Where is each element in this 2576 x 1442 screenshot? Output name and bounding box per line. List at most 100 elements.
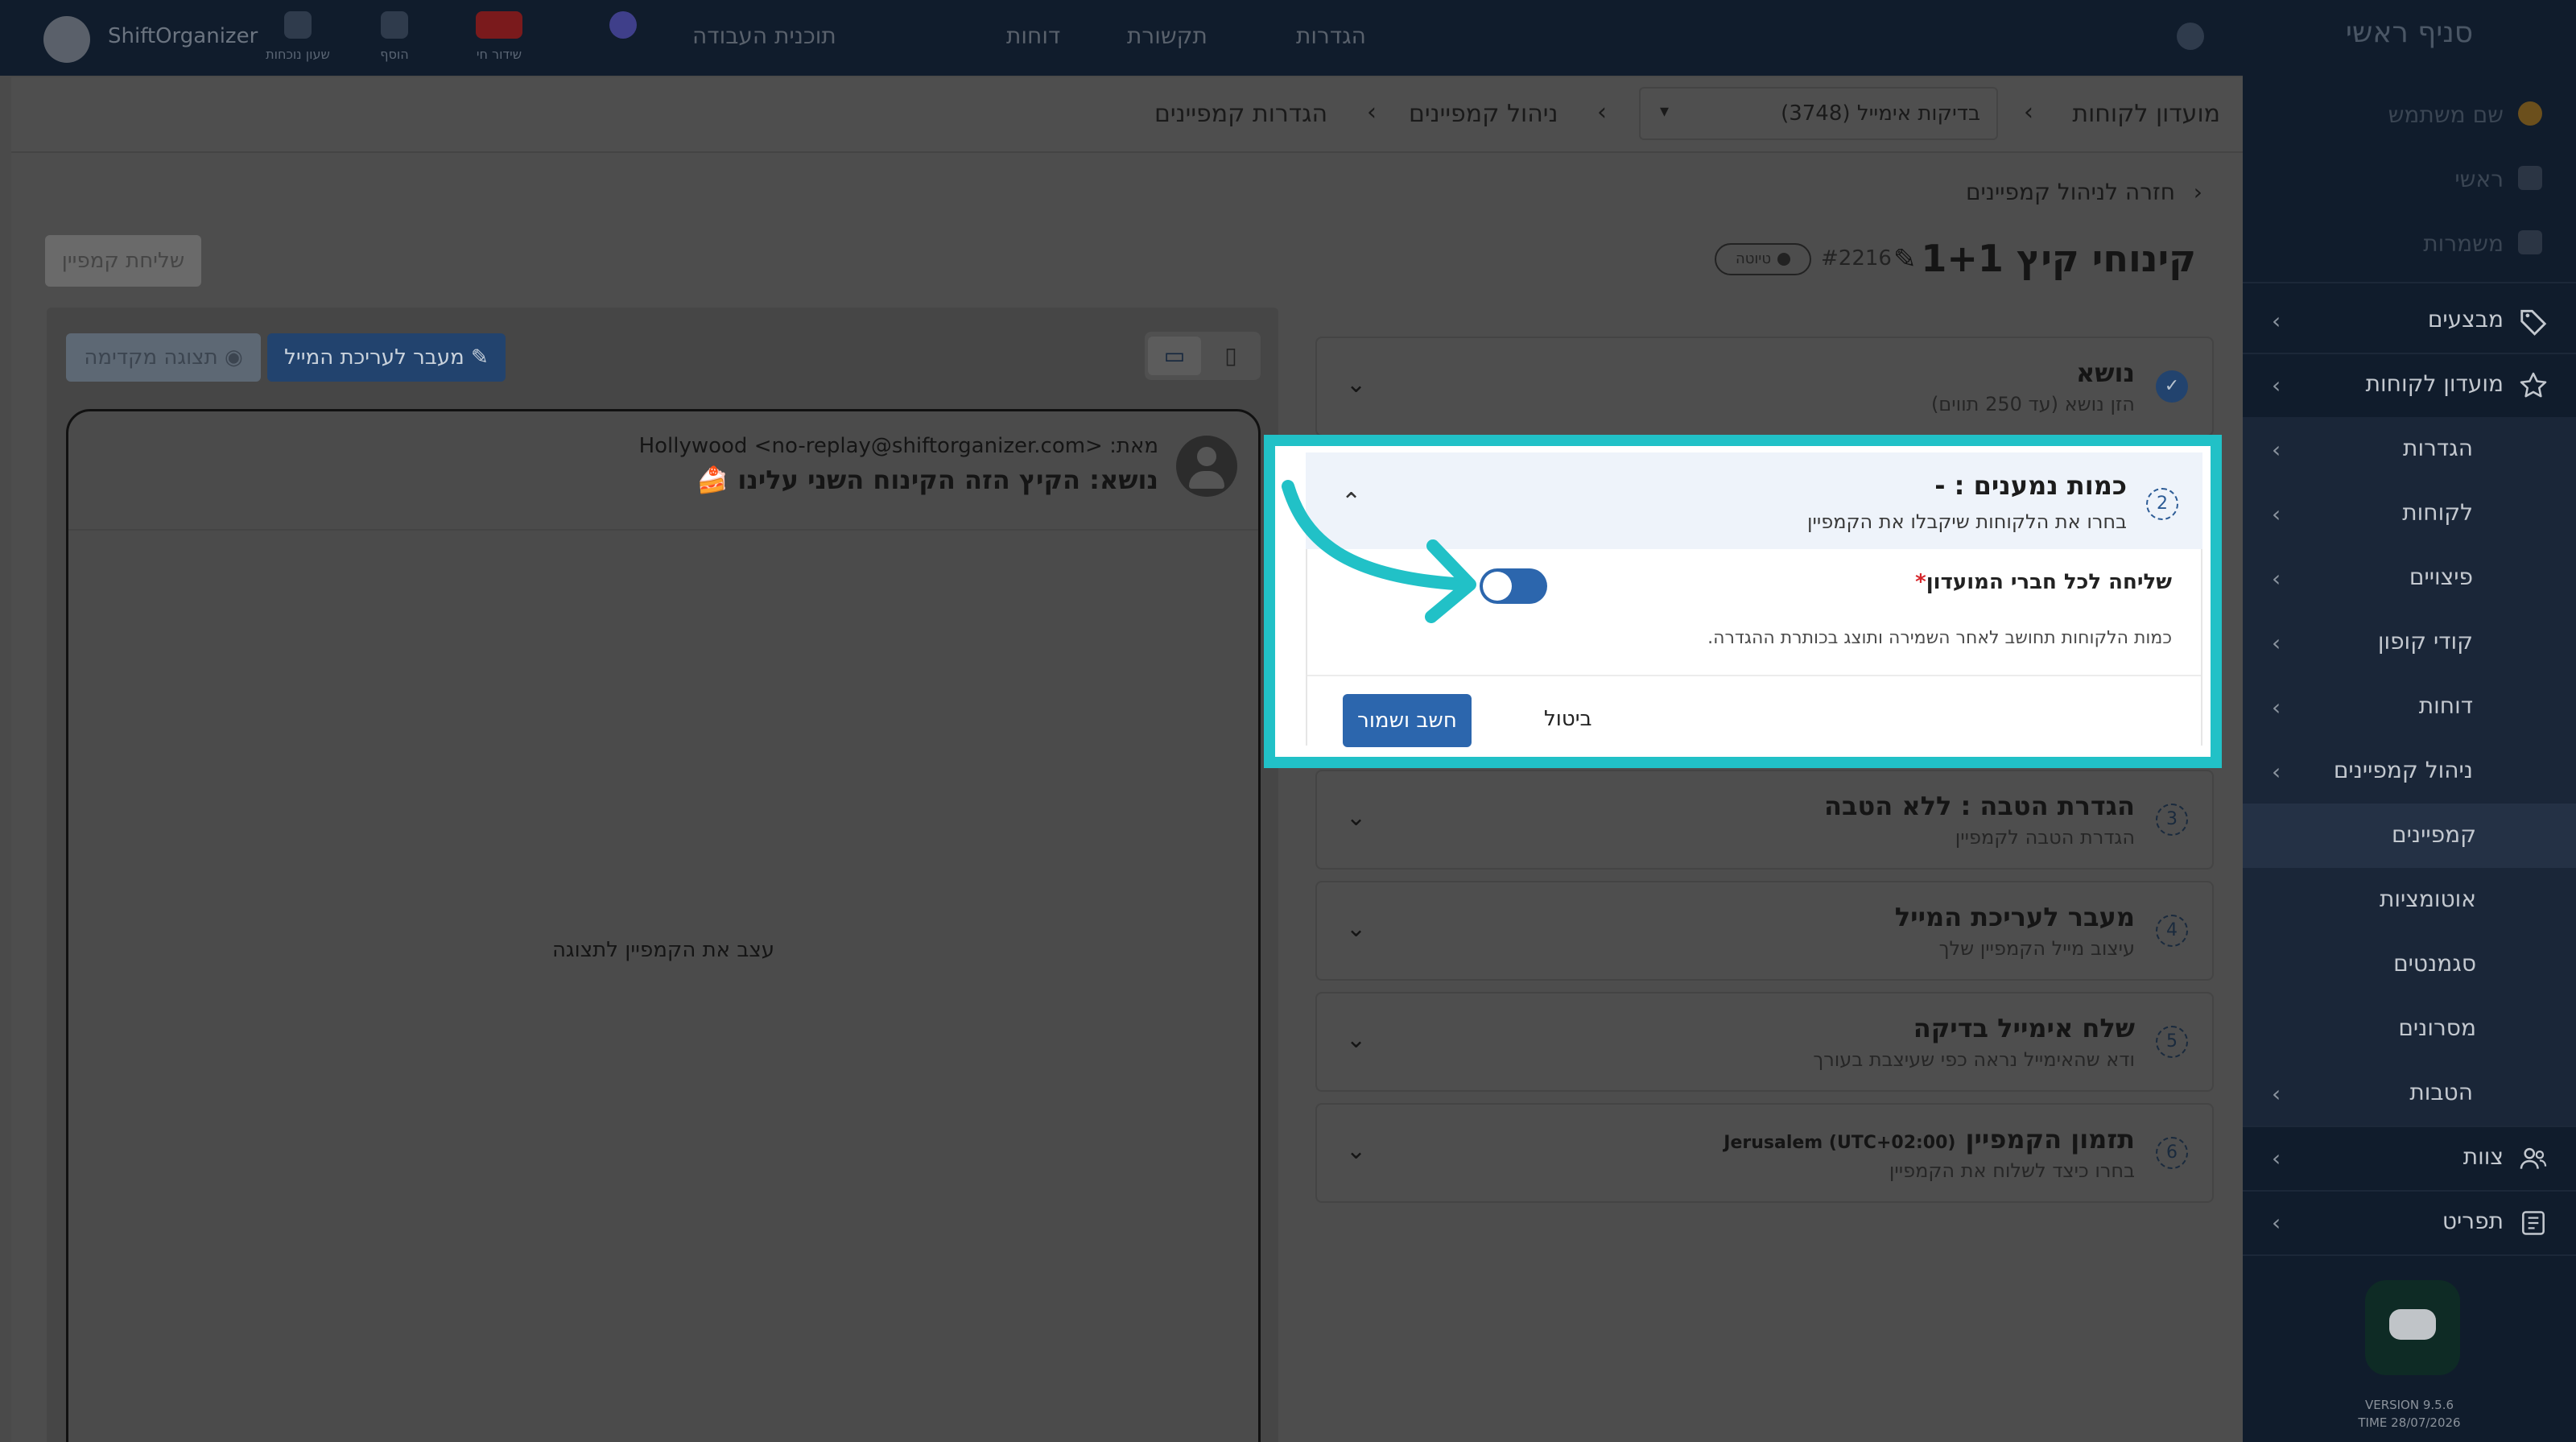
step-edit-email[interactable]: 4 מעבר לעריכת המייל עיצוב מייל הקמפיין ש… bbox=[1315, 881, 2214, 981]
send-campaign-button[interactable]: שליחת קמפיין bbox=[45, 235, 201, 287]
chevron-left-icon: ‹ bbox=[1367, 98, 1377, 126]
check-icon: ✓ bbox=[2156, 370, 2188, 403]
avatar bbox=[1176, 436, 1237, 497]
top-bar: ShiftOrganizer שעון נוכחות הוסף שידור חי… bbox=[0, 0, 2576, 76]
chevron-left-icon: ‹ bbox=[2272, 758, 2281, 785]
step-test-email[interactable]: 5 שלח אימייל בדיקה ודא שהאימייל נראה כפי… bbox=[1315, 992, 2214, 1092]
breadcrumb-section[interactable]: ניהול קמפיינים bbox=[1409, 100, 1558, 128]
team-chat-button[interactable] bbox=[591, 11, 655, 64]
chevron-left-icon: ‹ bbox=[2272, 501, 2281, 527]
sidebar-item-customers[interactable]: לקוחות ‹ bbox=[2243, 481, 2576, 546]
chevron-down-icon: ⌄ bbox=[1346, 915, 1367, 943]
send-all-members-toggle[interactable] bbox=[1480, 568, 1547, 604]
calculate-save-button[interactable]: חשב ושמור bbox=[1343, 694, 1472, 747]
sidebar-item-campaign-management[interactable]: ניהול קמפיינים ‹ bbox=[2243, 739, 2576, 804]
add-button[interactable]: הוסף bbox=[362, 11, 427, 64]
nav-reports[interactable]: דוחות bbox=[1006, 23, 1060, 49]
sidebar-item-compensations[interactable]: פיצויים ‹ bbox=[2243, 546, 2576, 610]
desktop-icon[interactable]: ▭ bbox=[1148, 337, 1201, 375]
email-from: מאת: Hollywood <no-replay@shiftorganizer… bbox=[638, 434, 1158, 458]
show-preview-button[interactable]: תצוגה מקדימה ◉ bbox=[66, 333, 261, 382]
sidebar-item-campaigns[interactable]: קמפיינים bbox=[2243, 804, 2576, 868]
sidebar-item-benefits[interactable]: הטבות ‹ bbox=[2243, 1061, 2576, 1126]
chevron-right-icon: › bbox=[2193, 179, 2202, 205]
clock-button[interactable]: שעון נוכחות bbox=[266, 11, 330, 64]
campaign-id: #2216 bbox=[1821, 246, 1892, 271]
branch-name: סניף ראשי bbox=[2345, 16, 2474, 49]
home-icon bbox=[2518, 166, 2549, 196]
sidebar-item-sms[interactable]: מסרונים bbox=[2243, 997, 2576, 1061]
step-subject[interactable]: ✓ נושא הזן נושא (עד 250 תווים) ⌄ bbox=[1315, 337, 2214, 436]
calendar-icon bbox=[2518, 230, 2549, 261]
menu-icon bbox=[2518, 1208, 2549, 1238]
plus-icon bbox=[381, 11, 408, 39]
cancel-button[interactable]: ביטול bbox=[1544, 707, 1592, 731]
chevron-down-icon: ⌄ bbox=[1346, 370, 1367, 399]
tutorial-arrow-icon bbox=[1282, 480, 1476, 623]
chevron-down-icon: ▾ bbox=[1660, 101, 1670, 122]
back-to-campaigns-link[interactable]: חזרה לניהול קמפיינים › bbox=[1966, 179, 2202, 205]
breadcrumb-root[interactable]: מועדון לקוחות bbox=[2072, 100, 2220, 128]
chevron-left-icon: ‹ bbox=[2272, 308, 2281, 334]
page-title: קינוחי קיץ 1+1 bbox=[1921, 237, 2196, 280]
chevron-down-icon: ⌄ bbox=[1346, 804, 1367, 832]
status-dot bbox=[1777, 253, 1791, 266]
email-subject: נושא: הקיץ הזה הקינוח השני עלינו 🍰 bbox=[696, 465, 1158, 495]
edit-title-icon[interactable]: ✎ bbox=[1893, 243, 1917, 275]
chevron-down-icon: ⌄ bbox=[1346, 1026, 1367, 1054]
branch-select[interactable]: (3748) בדיקות אימייל ▾ bbox=[1639, 87, 1998, 140]
device-toggle: ▭ ▯ bbox=[1145, 332, 1261, 380]
sidebar-item-promotions[interactable]: מבצעים ‹ bbox=[2243, 288, 2576, 353]
clock-icon bbox=[284, 11, 312, 39]
sidebar-item-settings[interactable]: הגדרות ‹ bbox=[2243, 417, 2576, 481]
sidebar-item-coupons[interactable]: קודי קופון ‹ bbox=[2243, 610, 2576, 675]
chevron-left-icon: ‹ bbox=[2272, 1209, 2281, 1236]
chevron-left-icon: ‹ bbox=[2272, 1145, 2281, 1171]
version-info: VERSION 9.5.6 TIME 28/07/2026 bbox=[2358, 1398, 2461, 1430]
sidebar-item-shifts[interactable]: משמרות bbox=[2243, 213, 2576, 277]
chevron-left-icon: ‹ bbox=[2272, 694, 2281, 721]
chevron-left-icon: ‹ bbox=[2272, 565, 2281, 592]
chat-icon bbox=[2389, 1309, 2436, 1340]
empty-preview-text: עצב את הקמפיין לתצוגה bbox=[551, 938, 775, 962]
tag-icon bbox=[2518, 306, 2549, 337]
breadcrumb-page: הגדרות קמפיינים bbox=[1154, 100, 1328, 128]
chat-support-button[interactable] bbox=[2365, 1280, 2460, 1375]
sidebar-item-home[interactable]: ראשי bbox=[2243, 148, 2576, 213]
divider bbox=[1307, 675, 2201, 676]
nav-communication[interactable]: תקשורת bbox=[1127, 23, 1208, 49]
email-preview-frame: מאת: Hollywood <no-replay@shiftorganizer… bbox=[66, 409, 1261, 1442]
company-logo[interactable] bbox=[43, 16, 90, 63]
nav-work-plan[interactable]: תוכנית העבודה bbox=[692, 23, 836, 49]
sidebar-item-customer-club[interactable]: מועדון לקוחות ‹ bbox=[2243, 353, 2576, 417]
chevron-down-icon: ⌄ bbox=[1346, 1137, 1367, 1165]
sidebar-item-segments[interactable]: סגמנטים bbox=[2243, 932, 2576, 997]
chevron-left-icon: ‹ bbox=[1597, 98, 1607, 126]
chat-icon bbox=[609, 11, 637, 39]
chevron-left-icon: ‹ bbox=[2272, 630, 2281, 656]
status-badge: טיוטה bbox=[1715, 243, 1811, 275]
sidebar: סניף ראשי שם משתמש ראשי משמרות מבצעים ‹ … bbox=[2243, 16, 2576, 1442]
team-icon bbox=[2518, 1143, 2549, 1174]
sidebar-item-automations[interactable]: אוטומציות bbox=[2243, 868, 2576, 932]
nav-settings[interactable]: הגדרות bbox=[1296, 23, 1366, 49]
recipients-help-text: כמות הלקוחות תחושב לאחר השמירה ותוצג בכו… bbox=[1707, 628, 2172, 648]
breadcrumb: מועדון לקוחות ‹ (3748) בדיקות אימייל ▾ ‹… bbox=[11, 77, 2243, 153]
company-name: ShiftOrganizer bbox=[108, 24, 258, 48]
edit-email-button[interactable]: מעבר לעריכת המייל ✎ bbox=[267, 333, 506, 382]
step-benefit[interactable]: 3 הגדרת הטבה : ללא הטבה הגדרת הטבה לקמפי… bbox=[1315, 770, 2214, 870]
mobile-icon[interactable]: ▯ bbox=[1204, 337, 1257, 375]
sidebar-item-team[interactable]: צוות ‹ bbox=[2243, 1126, 2576, 1190]
star-icon bbox=[2518, 370, 2549, 401]
chevron-left-icon: ‹ bbox=[2272, 436, 2281, 463]
sidebar-item-menu[interactable]: תפריט ‹ bbox=[2243, 1190, 2576, 1254]
chevron-left-icon: ‹ bbox=[2272, 1080, 2281, 1107]
help-icon[interactable] bbox=[2177, 23, 2204, 50]
sidebar-item-reports[interactable]: דוחות ‹ bbox=[2243, 675, 2576, 739]
send-all-label: שליחה לכל חברי המועדון* bbox=[1915, 570, 2172, 594]
live-button[interactable]: שידור חי bbox=[467, 11, 531, 64]
chevron-left-icon: ‹ bbox=[2272, 372, 2281, 399]
step-schedule[interactable]: 6 תזמון הקמפייןJerusalem (UTC+02:00) בחר… bbox=[1315, 1103, 2214, 1203]
live-icon bbox=[476, 11, 522, 39]
sidebar-item-user[interactable]: שם משתמש bbox=[2243, 84, 2576, 148]
